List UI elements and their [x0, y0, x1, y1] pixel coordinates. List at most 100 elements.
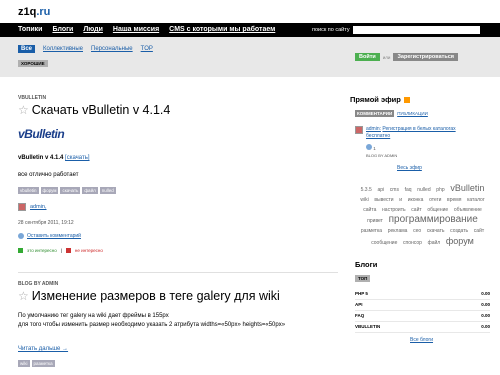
cloud-tag[interactable]: привет [367, 218, 383, 224]
feed-blog[interactable]: BLOG BY ADMIN [366, 153, 397, 158]
post-1-tags: vbulletin форум скачать файл nulled [18, 187, 116, 194]
cloud-tag[interactable]: файл [428, 240, 441, 246]
cloud-tag[interactable]: программирование [389, 214, 478, 225]
cloud-tag[interactable]: вывести [374, 197, 393, 203]
author-link[interactable]: admin, [30, 204, 47, 210]
nav-item-topics[interactable]: Топики [18, 26, 42, 33]
cloud-tag[interactable]: api [377, 187, 384, 193]
cloud-tag[interactable]: сайт [474, 228, 484, 234]
tag-item[interactable]: nulled [99, 187, 116, 194]
cloud-tag[interactable]: vBulletin [450, 183, 484, 193]
cloud-tag[interactable]: сео [413, 228, 421, 234]
tag-item[interactable]: wiki [18, 360, 30, 367]
cloud-tag[interactable]: faq [405, 187, 412, 193]
cloud-tag[interactable]: 5.3.5 [361, 187, 372, 193]
nav-item-mission[interactable]: Наша миссия [113, 26, 159, 33]
download-link[interactable]: [скачать] [65, 155, 90, 161]
feed-item-text: admin: Регистрация в белых каталогах бес… [366, 126, 476, 140]
blog-row[interactable]: PHP 5 0.00 [355, 291, 490, 300]
cloud-tag[interactable]: разметка [361, 228, 382, 234]
read-more-link[interactable]: Читать дальше → [18, 346, 68, 352]
tag-item[interactable]: vbulletin [18, 187, 39, 194]
all-blogs-link[interactable]: Все блоги [410, 337, 433, 343]
filter-all[interactable]: Все [18, 45, 36, 53]
avatar[interactable] [18, 203, 26, 211]
vote-down-icon[interactable] [65, 248, 71, 253]
nav-item-people[interactable]: Люди [83, 26, 103, 33]
cloud-tag[interactable]: спонсор [403, 240, 422, 246]
login-button[interactable]: Войти [355, 53, 380, 61]
post-2-header: BLOG BY ADMIN ☆ Изменение размеров в тег… [18, 281, 280, 303]
filter-collective[interactable]: Коллективные [43, 46, 83, 52]
cloud-tag[interactable]: скачать [427, 228, 445, 234]
cloud-tag[interactable]: wiki [360, 197, 368, 203]
vote-up-label[interactable]: это интересно [27, 248, 57, 253]
filter-good-badge[interactable]: ХОРОШИЕ [18, 60, 48, 67]
cloud-tag[interactable]: общение [427, 207, 448, 213]
post-1-title[interactable]: Скачать vBulletin v 4.1.4 [32, 103, 171, 117]
tag-item[interactable]: файл [82, 187, 98, 194]
register-button[interactable]: Зарегистрироваться [393, 53, 458, 61]
tag-item[interactable]: скачать [60, 187, 81, 194]
post-1-blog[interactable]: VBULLETIN [18, 95, 338, 101]
cloud-tag[interactable]: настроить [382, 207, 406, 213]
tag-item[interactable]: форум [40, 187, 59, 194]
post-2-title[interactable]: Изменение размеров в теге galery для wik… [32, 289, 280, 303]
blogs-title: Блоги [355, 260, 378, 269]
leave-comment: Оставить комментарий [18, 233, 81, 239]
blog-name[interactable]: FAQ [355, 313, 364, 318]
blogs-top-tab[interactable]: ТОП [355, 275, 371, 282]
vote-down-label[interactable]: не интересно [75, 248, 103, 253]
all-feed-link[interactable]: Весь эфир [397, 165, 422, 171]
cloud-tag[interactable]: время [447, 197, 461, 203]
post-1-author: admin, [18, 203, 47, 211]
favorite-star-icon[interactable]: ☆ [18, 290, 29, 302]
post-2-blog[interactable]: BLOG BY ADMIN [18, 281, 280, 287]
cloud-tag[interactable]: иконка [408, 197, 424, 203]
post-2-body-line-2: для того чтобы изменить размер необходим… [18, 322, 286, 328]
feed-author-link[interactable]: admin: [366, 126, 381, 132]
cloud-tag[interactable]: создать [450, 228, 468, 234]
cloud-tag[interactable]: nulled [417, 187, 430, 193]
blog-name[interactable]: API [355, 302, 363, 307]
cloud-tag[interactable]: реклама [388, 228, 408, 234]
filter-bar: Все Коллективные Персональные TOP ХОРОШИ… [0, 37, 500, 77]
avatar[interactable] [355, 126, 363, 134]
blog-name[interactable]: VBULLETIN [355, 324, 380, 329]
post-2-title-row: ☆ Изменение размеров в теге galery для w… [18, 289, 280, 303]
leave-comment-link[interactable]: Оставить комментарий [27, 233, 81, 239]
tab-comments[interactable]: КОММЕНТАРИИ [355, 110, 395, 117]
site-logo[interactable]: z1q.ru [18, 6, 50, 18]
tab-publications[interactable]: ПУБЛИКАЦИИ [397, 111, 428, 116]
cloud-tag[interactable]: oбъявление [454, 207, 482, 213]
filter-personal[interactable]: Персональные [91, 46, 133, 52]
blog-name[interactable]: PHP 5 [355, 291, 368, 296]
favorite-star-icon[interactable]: ☆ [18, 104, 29, 116]
cloud-tag[interactable]: форум [446, 236, 474, 246]
rss-icon[interactable] [403, 96, 410, 103]
blog-row[interactable]: FAQ 0.00 [355, 313, 490, 322]
filter-top[interactable]: TOP [141, 46, 153, 52]
cloud-tag[interactable]: сайт [411, 207, 421, 213]
live-feed-header: Прямой эфир [350, 95, 490, 104]
nav-item-cms[interactable]: CMS с которыми мы работаем [169, 26, 275, 33]
post-divider [18, 272, 338, 273]
auth-area: Войти или Зарегистрироваться [355, 53, 458, 61]
cloud-tag[interactable]: php [436, 187, 444, 193]
search-input[interactable] [353, 26, 480, 34]
tag-item[interactable]: разметка [31, 360, 55, 367]
nav-item-blogs[interactable]: Блоги [52, 26, 73, 33]
vote-up-icon[interactable] [18, 248, 23, 253]
blog-row[interactable]: VBULLETIN 0.00 [355, 324, 490, 333]
cloud-tag[interactable]: сайта [363, 207, 376, 213]
feed-count-value: 1 [373, 146, 376, 151]
blog-row[interactable]: API 0.00 [355, 302, 490, 311]
cloud-tag[interactable]: сообщение [371, 240, 397, 246]
vote-separator: | [60, 248, 62, 253]
cloud-tag[interactable]: каталог [467, 197, 485, 203]
blog-rating: 0.00 [481, 313, 490, 318]
cloud-tag[interactable]: отеги [429, 197, 441, 203]
live-feed-title: Прямой эфир [350, 95, 401, 104]
cloud-tag[interactable]: cms [390, 187, 399, 193]
cloud-tag[interactable]: и [399, 197, 402, 203]
